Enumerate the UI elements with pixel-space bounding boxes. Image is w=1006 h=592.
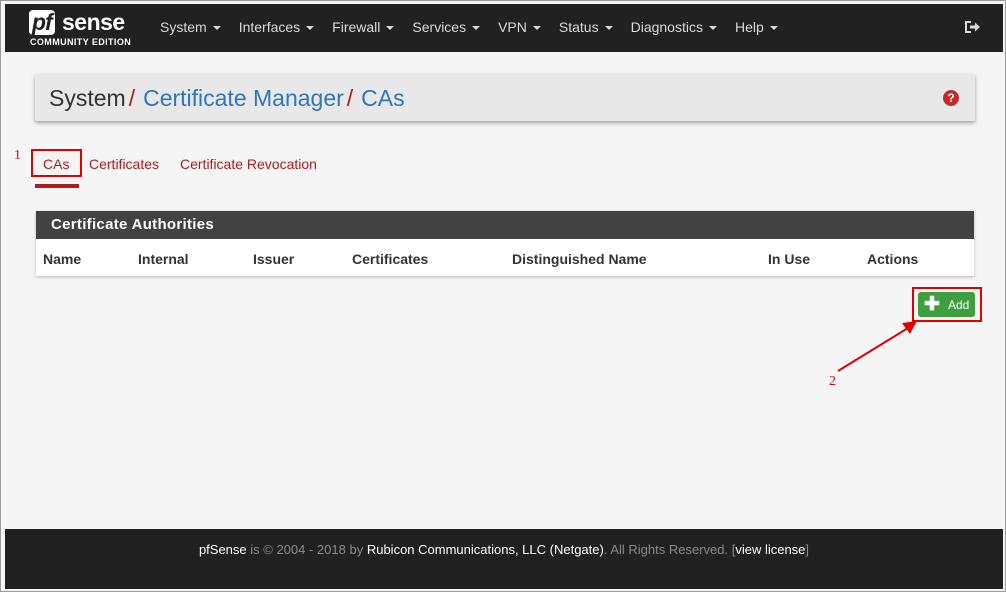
add-ca-button[interactable]: ✚ Add [918, 292, 975, 317]
column-header-certificates[interactable]: Certificates [352, 251, 428, 267]
nav-vpn[interactable]: VPN [489, 4, 550, 52]
nav-diagnostics[interactable]: Diagnostics [622, 4, 726, 52]
breadcrumb-separator: / [346, 85, 354, 111]
breadcrumb-cert-manager-link[interactable]: Certificate Manager [143, 85, 344, 111]
add-button-label: Add [948, 298, 970, 312]
chevron-down-icon [769, 26, 778, 31]
breadcrumb-panel: System / Certificate Manager / CAs ? [35, 74, 975, 121]
chevron-down-icon [604, 26, 613, 31]
nav-status-label: Status [558, 19, 599, 35]
chevron-down-icon [212, 26, 221, 31]
nav-status[interactable]: Status [550, 4, 622, 52]
nav-firewall-label: Firewall [332, 19, 381, 35]
tab-certificates[interactable]: Certificates [89, 156, 159, 172]
sign-out-icon[interactable] [963, 18, 981, 36]
nav-help-label: Help [734, 19, 764, 35]
nav-services[interactable]: Services [403, 4, 489, 52]
pfsense-logo[interactable]: pf sense COMMUNITY EDITION [29, 10, 139, 50]
column-header-in-use[interactable]: In Use [768, 251, 810, 267]
column-header-internal[interactable]: Internal [138, 251, 189, 267]
nav-help[interactable]: Help [726, 4, 787, 52]
nav-interfaces-label: Interfaces [238, 19, 301, 35]
question-circle-icon[interactable]: ? [943, 90, 959, 106]
nav-system[interactable]: System [151, 4, 230, 52]
chevron-down-icon [708, 26, 717, 31]
plus-icon: ✚ [924, 294, 940, 315]
nav-interfaces[interactable]: Interfaces [230, 4, 323, 52]
annotation-step-2: 2 [829, 374, 836, 389]
chevron-down-icon [472, 26, 481, 31]
breadcrumb-separator: / [128, 85, 136, 111]
nav-services-label: Services [412, 19, 467, 35]
page-footer: pfSense is © 2004 - 2018 by Rubicon Comm… [5, 529, 1003, 589]
chevron-down-icon [306, 26, 315, 31]
footer-rights: . All Rights Reserved. [ [603, 542, 736, 557]
active-tab-indicator [35, 184, 79, 188]
main-menu: System Interfaces Firewall Services VPN … [151, 4, 787, 52]
footer-company-link[interactable]: Rubicon Communications, LLC (Netgate) [367, 542, 604, 557]
column-header-issuer[interactable]: Issuer [253, 251, 294, 267]
logo-pf-text: pf [29, 10, 55, 35]
breadcrumb-system: System [49, 85, 126, 111]
footer-close-bracket: ] [805, 542, 810, 557]
chevron-down-icon [386, 26, 395, 31]
top-navbar: pf sense COMMUNITY EDITION System Interf… [5, 4, 1003, 52]
footer-view-license-link[interactable]: view license [735, 542, 805, 557]
breadcrumb-cas-link[interactable]: CAs [361, 85, 404, 111]
nav-firewall[interactable]: Firewall [323, 4, 403, 52]
browser-frame: pf sense COMMUNITY EDITION System Interf… [0, 0, 1006, 592]
footer-copyright: is © 2004 - 2018 by [250, 542, 364, 557]
footer-product: pfSense [198, 542, 247, 557]
nav-diagnostics-label: Diagnostics [630, 19, 703, 35]
logo-edition-text: COMMUNITY EDITION [30, 37, 132, 47]
column-header-name[interactable]: Name [43, 251, 81, 267]
column-header-distinguished-name[interactable]: Distinguished Name [512, 251, 647, 267]
nav-system-label: System [160, 19, 207, 35]
annotation-step-1: 1 [14, 148, 21, 163]
nav-vpn-label: VPN [498, 19, 527, 35]
column-header-actions[interactable]: Actions [867, 251, 918, 267]
certificate-authorities-panel: Certificate Authorities Name Internal Is… [36, 211, 974, 276]
logo-sense-text: sense [62, 9, 125, 35]
tab-cas[interactable]: CAs [43, 156, 69, 172]
tab-certificate-revocation[interactable]: Certificate Revocation [180, 156, 317, 172]
panel-title: Certificate Authorities [36, 211, 974, 239]
chevron-down-icon [532, 26, 541, 31]
breadcrumb: System / Certificate Manager / CAs [49, 85, 405, 112]
